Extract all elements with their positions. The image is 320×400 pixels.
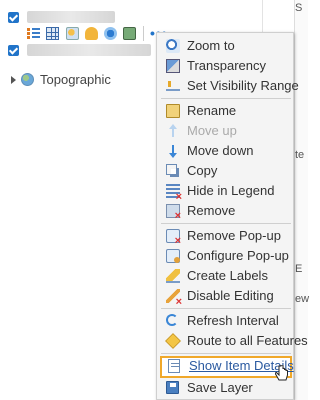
globe-icon (21, 73, 34, 86)
menu-item-remove-popup[interactable]: Remove Pop-up (157, 226, 295, 247)
menu-item-transparency[interactable]: Transparency (157, 56, 295, 76)
item-details-icon (168, 359, 180, 373)
menu-item-label: Transparency (187, 58, 266, 73)
menu-item-hide-in-legend[interactable]: Hide in Legend (157, 181, 295, 203)
menu-item-create-labels[interactable]: Create Labels (157, 266, 295, 286)
visibility-range-icon (166, 79, 180, 93)
menu-item-label: Hide in Legend (187, 183, 275, 198)
show-legend-icon[interactable] (27, 27, 40, 40)
menu-item-label: Route to all Features (187, 333, 308, 348)
transparency-icon (166, 59, 180, 73)
toolbar-divider (143, 26, 144, 41)
map-edge-text: S (295, 2, 303, 14)
layer-name-redacted (27, 11, 115, 23)
menu-item-show-item-details[interactable]: Show Item Details (160, 356, 294, 378)
menu-item-rename[interactable]: Rename (157, 101, 295, 121)
menu-item-label: Set Visibility Range (187, 78, 299, 93)
save-icon[interactable] (123, 27, 136, 40)
copy-icon (166, 164, 177, 175)
rename-icon (166, 104, 180, 118)
menu-item-label: Move up (187, 123, 237, 138)
menu-item-label: Save Layer (187, 380, 253, 395)
arrow-up-icon (166, 124, 180, 138)
expand-caret-icon[interactable] (11, 75, 16, 84)
menu-item-configure-popup[interactable]: Configure Pop-up (157, 246, 295, 266)
menu-item-move-down[interactable]: Move down (157, 141, 295, 161)
menu-item-copy[interactable]: Copy (157, 161, 295, 181)
menu-divider (161, 308, 291, 309)
menu-item-label: Configure Pop-up (187, 248, 289, 263)
hand-pointer-cursor-icon (275, 365, 289, 383)
menu-item-move-up: Move up (157, 121, 295, 141)
basemap-label: Topographic (40, 72, 111, 87)
save-layer-icon (166, 381, 179, 394)
show-table-icon[interactable] (46, 27, 59, 40)
menu-divider (161, 98, 291, 99)
map-edge-text: E (295, 263, 303, 275)
route-icon (165, 333, 181, 349)
menu-item-label: Rename (187, 103, 237, 118)
layer-row (8, 9, 19, 25)
menu-item-remove[interactable]: Remove (157, 201, 295, 222)
menu-item-zoom-to[interactable]: Zoom to (157, 36, 295, 56)
perform-analysis-icon[interactable] (104, 27, 117, 40)
menu-divider (161, 353, 291, 354)
layer-context-menu: Zoom to Transparency Set Visibility Rang… (156, 32, 308, 400)
menu-item-disable-editing[interactable]: Disable Editing (157, 286, 295, 308)
zoom-icon (166, 39, 180, 53)
layer-row (8, 42, 19, 58)
layer-visibility-checkbox[interactable] (8, 11, 19, 23)
filter-icon[interactable] (85, 27, 98, 40)
menu-item-label: Refresh Interval (187, 313, 279, 328)
remove-popup-icon (166, 229, 181, 247)
labels-icon (166, 269, 180, 283)
layer-name-redacted (27, 44, 151, 56)
menu-item-label: Zoom to (187, 38, 235, 53)
menu-item-refresh-interval[interactable]: Refresh Interval (157, 311, 295, 331)
layer-visibility-checkbox[interactable] (8, 44, 19, 56)
menu-divider (161, 223, 291, 224)
configure-popup-icon (166, 249, 180, 263)
refresh-icon (166, 314, 178, 326)
map-edge-text: te (295, 149, 305, 161)
menu-item-label: Copy (187, 163, 218, 178)
map-edge-text: ew (295, 293, 310, 305)
disable-editing-icon (166, 289, 182, 308)
menu-item-label: Disable Editing (187, 288, 274, 303)
menu-item-label: Move down (187, 143, 254, 158)
remove-icon (166, 204, 181, 222)
menu-item-set-visibility-range[interactable]: Set Visibility Range (157, 76, 299, 96)
menu-item-label: Remove Pop-up (187, 228, 281, 243)
hide-legend-icon (166, 184, 182, 203)
menu-item-label: Create Labels (187, 268, 268, 283)
basemap-row[interactable]: Topographic (11, 72, 111, 87)
change-style-icon[interactable] (66, 27, 79, 40)
arrow-down-icon (166, 144, 180, 158)
menu-item-label: Remove (187, 203, 236, 218)
menu-item-route-to-all-features[interactable]: Route to all Features (157, 331, 308, 351)
